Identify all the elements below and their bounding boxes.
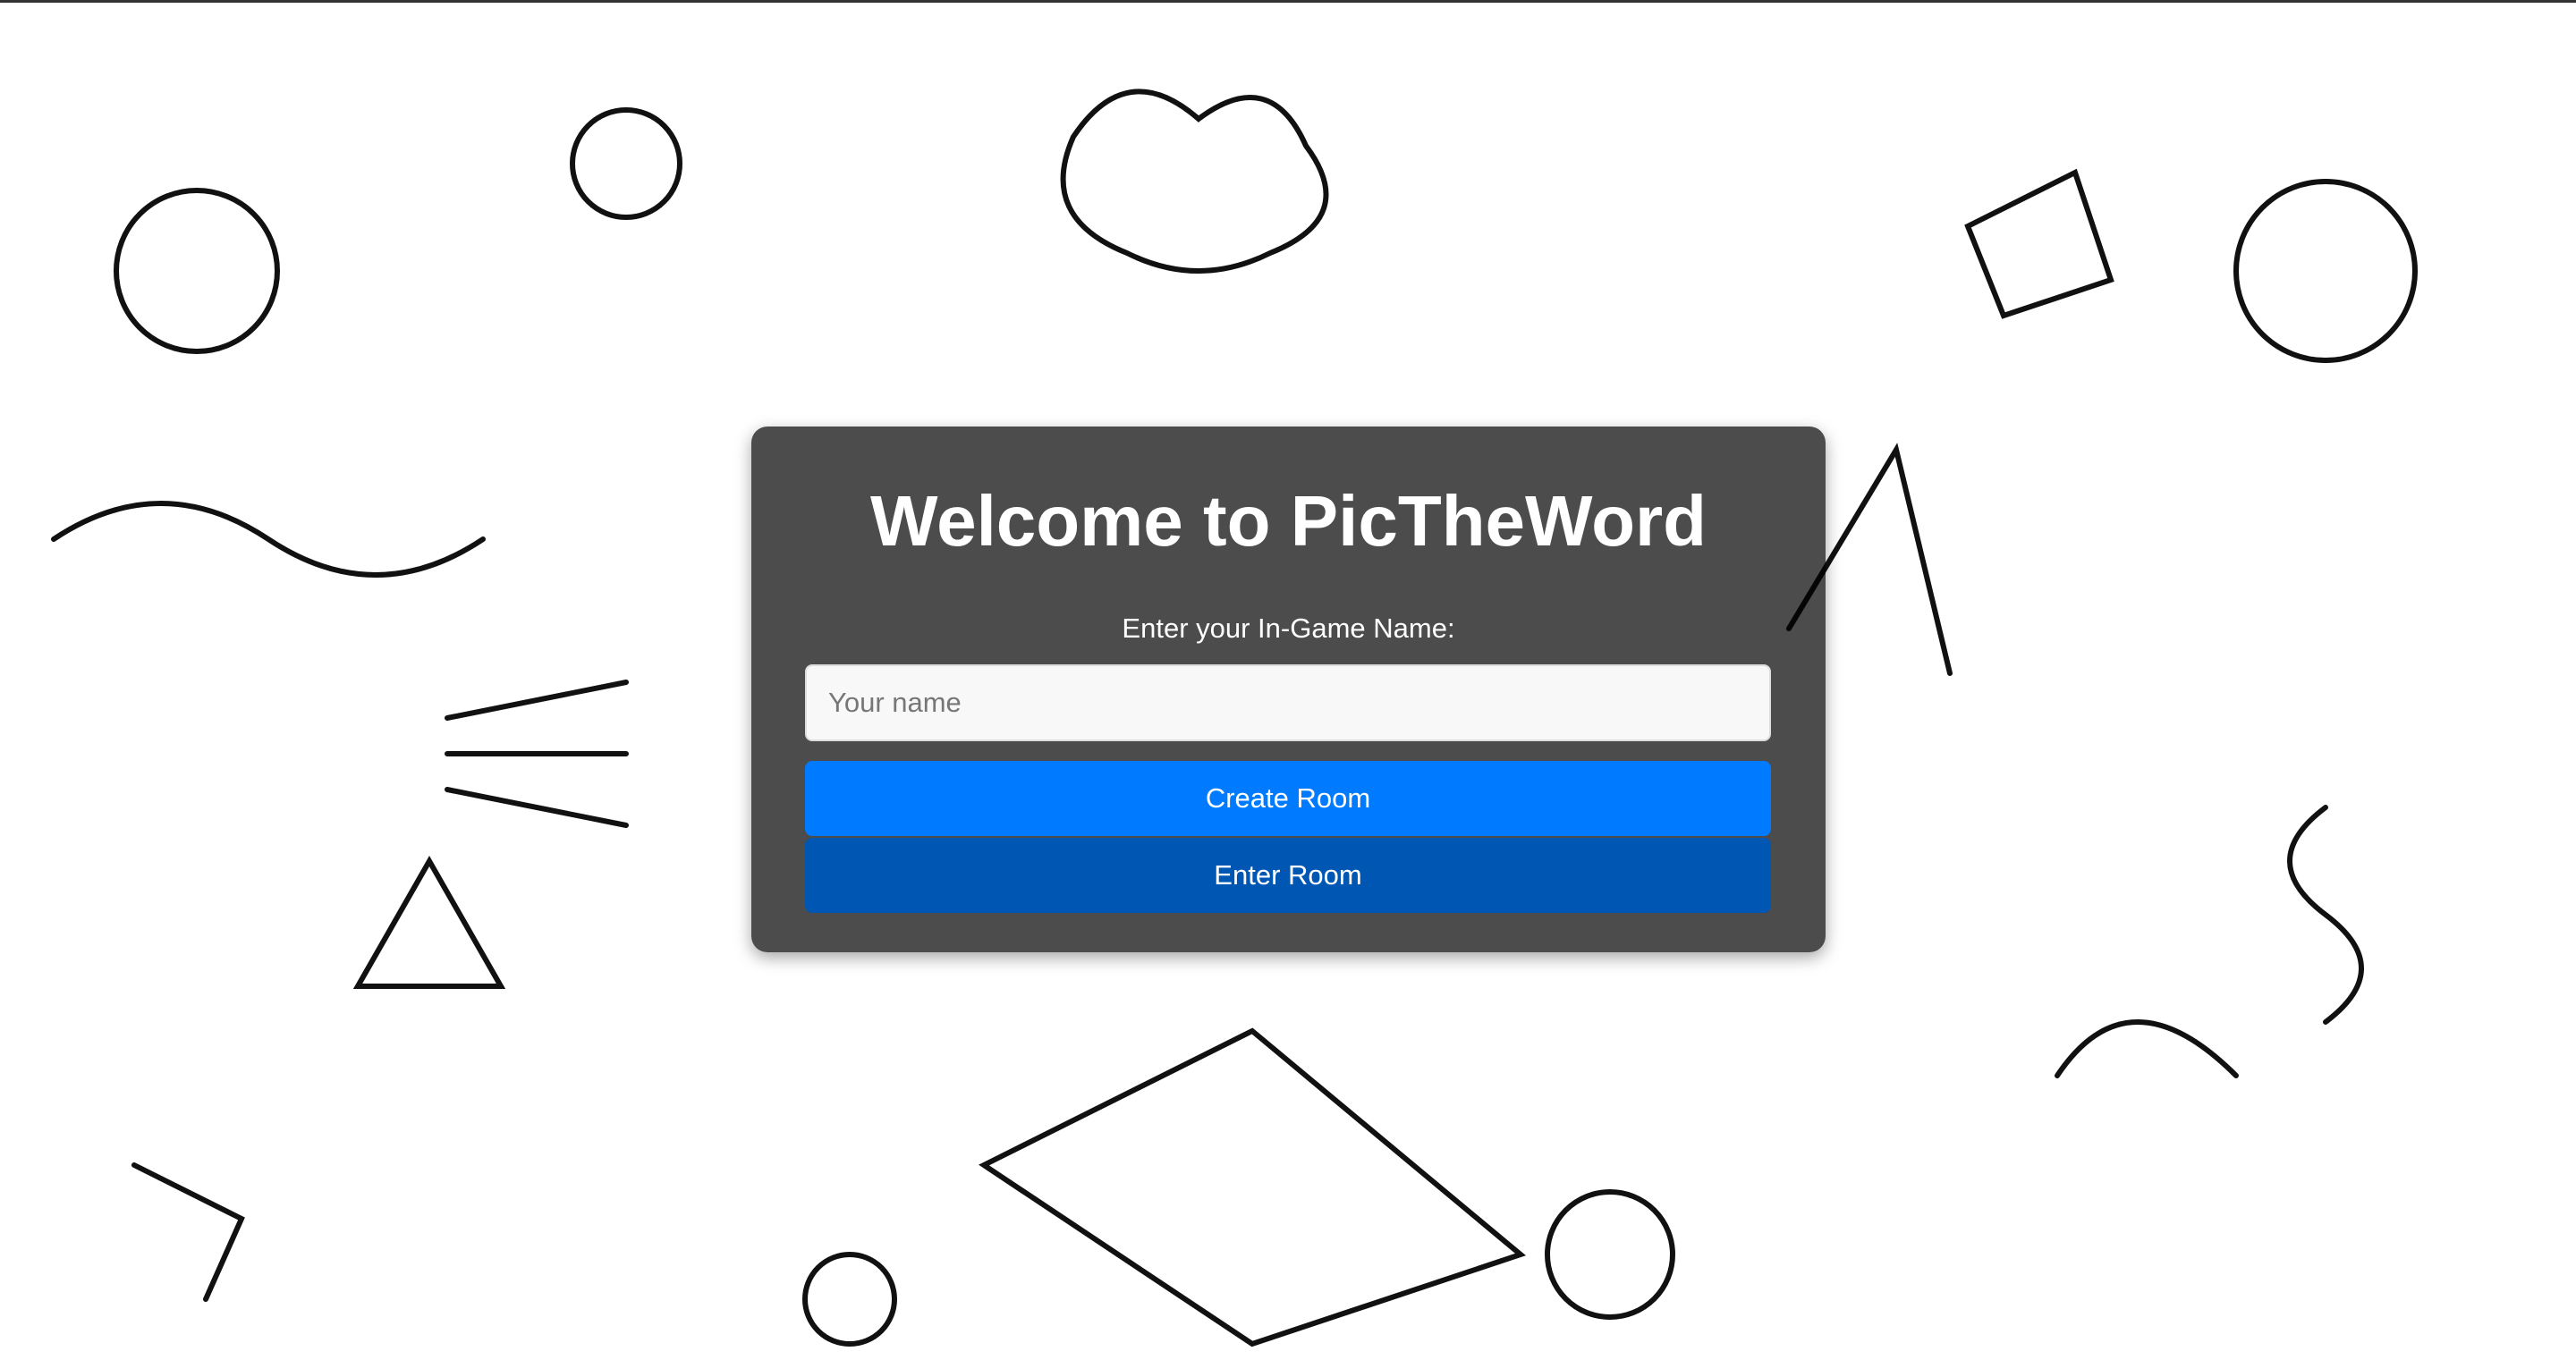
- create-room-button[interactable]: Create Room: [805, 761, 1771, 836]
- enter-room-button[interactable]: Enter Room: [805, 838, 1771, 913]
- name-label: Enter your In-Game Name:: [1122, 612, 1455, 644]
- name-input[interactable]: [805, 664, 1771, 741]
- page-title: Welcome to PicTheWord: [870, 481, 1707, 561]
- welcome-panel: Welcome to PicTheWord Enter your In-Game…: [751, 427, 1826, 952]
